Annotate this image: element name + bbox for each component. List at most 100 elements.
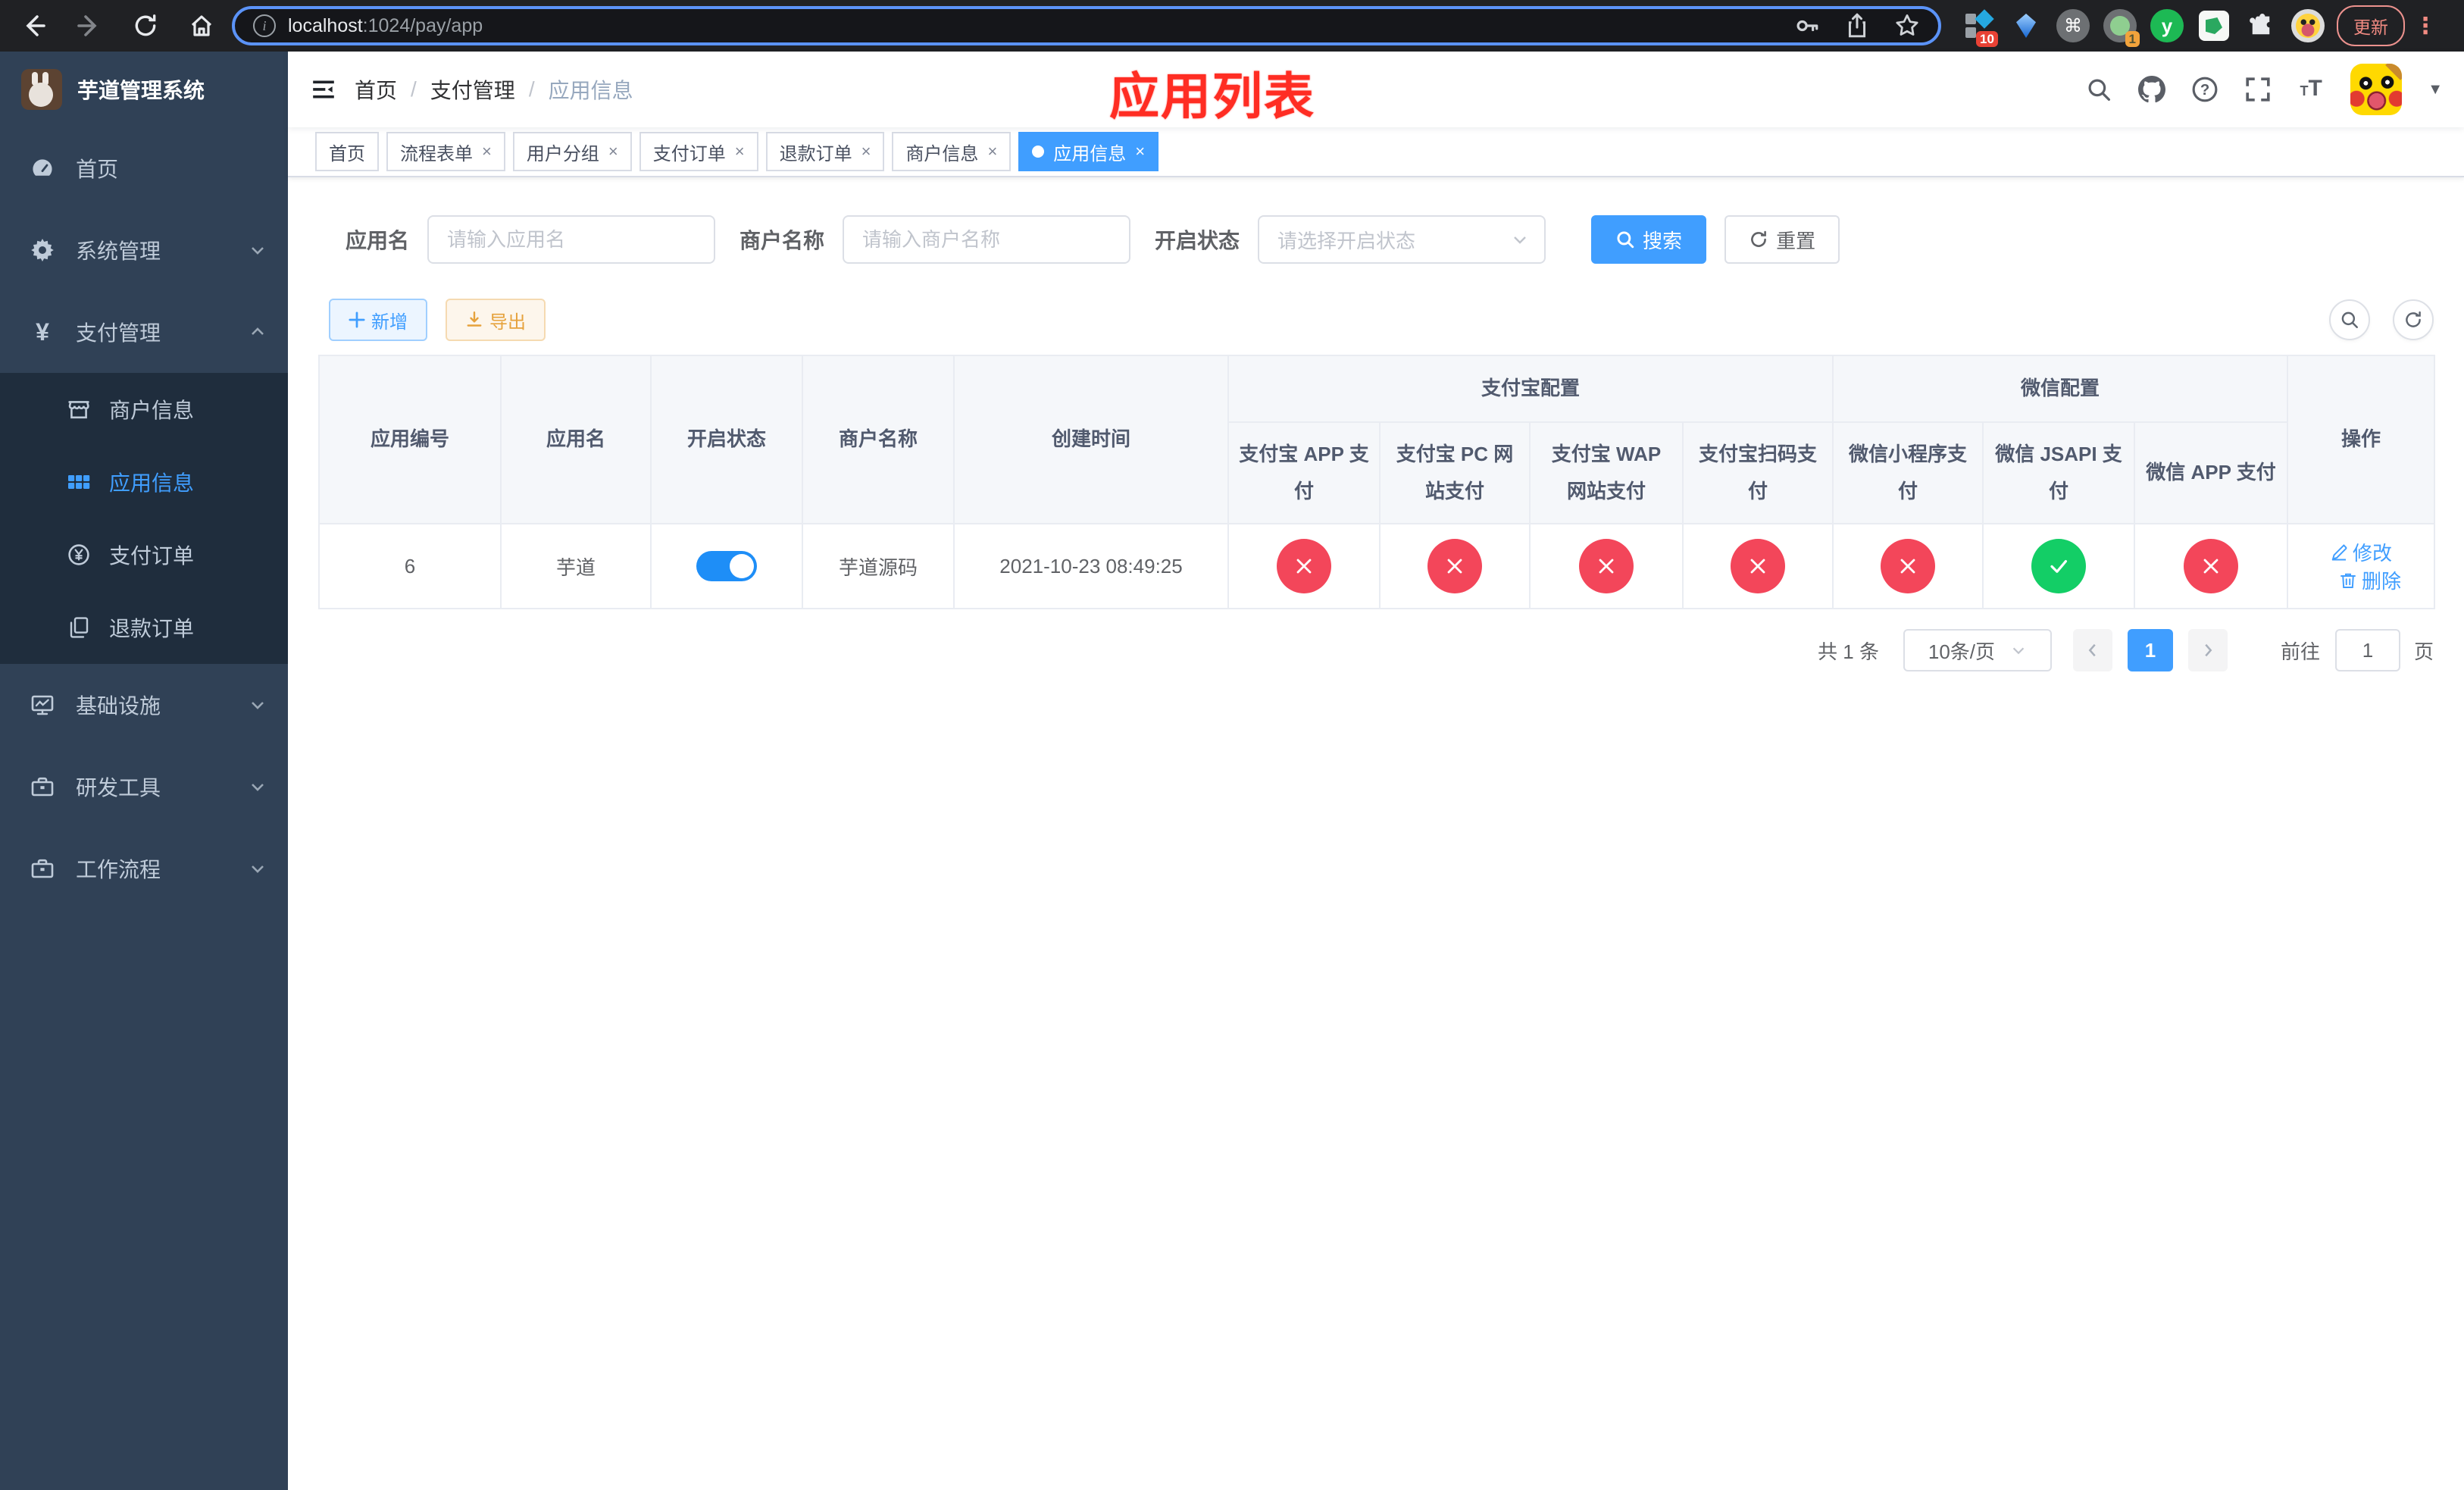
cell-app-name: 芋道 [500,523,652,609]
page-number-button[interactable]: 1 [2127,629,2173,671]
close-icon[interactable]: × [482,142,492,161]
profile-emoji-icon[interactable] [2291,9,2325,42]
sidebar-item-label: 退款订单 [109,617,195,640]
help-icon[interactable]: ? [2191,76,2219,103]
app-name-input[interactable] [427,215,716,264]
browser-nav-buttons [12,5,223,47]
sidebar-item-label: 研发工具 [76,776,161,800]
password-key-icon[interactable] [1794,13,1820,39]
ext-command-icon[interactable]: ⌘ [2056,9,2090,42]
sidebar-item-app-info[interactable]: 应用信息 [0,446,288,518]
sidebar-item-refund-order[interactable]: 退款订单 [0,591,288,664]
table-row: 6 芋道 芋道源码 2021-10-23 08:49:25 修改 删除 [318,523,2436,609]
col-alipay-wap: 支付宝 WAP 网站支付 [1529,421,1684,524]
status-cross-icon [1427,539,1482,593]
ext-gem-icon[interactable] [2009,9,2043,42]
tag-user-group[interactable]: 用户分组 × [512,132,632,171]
ext-tampermonkey-icon[interactable]: 10 [1962,9,1998,47]
forward-icon[interactable] [68,5,111,47]
close-icon[interactable]: × [735,142,745,161]
sidebar-item-payment[interactable]: ¥ 支付管理 [0,291,288,373]
cell-alipay-app [1227,523,1381,609]
search-button[interactable]: 搜索 [1591,215,1707,264]
home-icon[interactable] [180,5,223,47]
sidebar-item-system[interactable]: 系统管理 [0,209,288,291]
add-button[interactable]: 新增 [329,299,427,341]
delete-link[interactable]: 删除 [2339,566,2401,594]
browser-update-button[interactable]: 更新 [2337,5,2405,46]
reset-button[interactable]: 重置 [1724,215,1840,264]
close-icon[interactable]: × [861,142,871,161]
sidebar-item-infrastructure[interactable]: 基础设施 [0,664,288,746]
page-info-icon[interactable]: i [253,14,276,37]
toggle-search-icon[interactable] [2329,299,2370,340]
tag-home[interactable]: 首页 [315,132,379,171]
export-button[interactable]: 导出 [446,299,546,341]
close-icon[interactable]: × [608,142,618,161]
close-icon[interactable]: × [1135,142,1145,161]
breadcrumb-home[interactable]: 首页 [355,74,397,105]
next-page-button[interactable] [2187,629,2228,671]
sidebar-item-pay-order[interactable]: 支付订单 [0,518,288,591]
sidebar-item-home[interactable]: 首页 [0,127,288,209]
sidebar-collapse-icon[interactable] [288,52,355,127]
pagination: 共 1 条 10条/页 1 前往 1 页 [318,629,2434,671]
ext-notes-icon[interactable] [2197,9,2231,42]
chevron-down-icon [1511,230,1529,249]
sidebar-item-workflow[interactable]: 工作流程 [0,828,288,909]
merchant-name-input[interactable] [843,215,1131,264]
sidebar-item-label: 支付管理 [76,321,161,345]
chevron-down-icon [249,696,267,714]
col-group-wechat: 微信配置 [1832,355,2289,423]
refresh-table-icon[interactable] [2393,299,2434,340]
cell-wx-jsapi [1982,523,2136,609]
back-icon[interactable] [12,5,55,47]
goto-page-input[interactable] [2334,629,2400,671]
breadcrumb-separator: / [528,77,535,101]
col-app-id: 应用编号 [318,355,502,524]
ext-recorder-icon[interactable]: 1 [2103,9,2140,47]
status-toggle[interactable] [696,551,757,581]
edit-link[interactable]: 修改 [2330,538,2392,566]
tag-refund-order[interactable]: 退款订单 × [765,132,885,171]
status-select[interactable]: 请选择开启状态 [1258,215,1546,264]
status-cross-icon [1731,539,1785,593]
toolbox-icon [30,856,55,881]
url-bar[interactable]: i localhost:1024/pay/app [232,6,1941,45]
bookmark-star-icon[interactable] [1894,13,1920,39]
table-tools [2329,299,2434,340]
close-icon[interactable]: × [987,142,997,161]
grid-icon [67,470,91,494]
extensions-puzzle-icon[interactable] [2244,9,2278,42]
reload-icon[interactable] [124,5,167,47]
table-toolbar: 新增 导出 [318,299,2434,341]
sidebar-item-label: 工作流程 [76,858,161,881]
user-avatar[interactable] [2350,64,2403,115]
tag-pay-order[interactable]: 支付订单 × [639,132,758,171]
fullscreen-icon[interactable] [2244,76,2272,103]
breadcrumb-separator: / [411,77,417,101]
chevron-down-icon [249,859,267,878]
browser-menu-icon[interactable]: ⋮ [2414,13,2437,39]
document-copy-icon [67,615,91,640]
sidebar-item-merchant-info[interactable]: 商户信息 [0,373,288,446]
breadcrumb-section[interactable]: 支付管理 [430,74,515,105]
ext-y-icon[interactable]: y [2150,9,2184,42]
page-size-select[interactable]: 10条/页 [1903,629,2052,671]
sidebar-logo[interactable]: 芋道管理系统 [0,52,288,127]
sidebar-item-devtools[interactable]: 研发工具 [0,746,288,828]
coin-yen-icon [67,543,91,567]
github-icon[interactable] [2138,76,2166,103]
share-icon[interactable] [1844,13,1870,39]
font-size-icon[interactable]: TT [2297,76,2325,103]
logo-avatar [21,69,62,110]
tag-merchant-info[interactable]: 商户信息 × [892,132,1012,171]
tag-app-info[interactable]: 应用信息 × [1018,132,1159,171]
storefront-icon [67,397,91,421]
prev-page-button[interactable] [2072,629,2112,671]
avatar-caret-icon[interactable]: ▼ [2428,81,2443,99]
main-area: 首页 / 支付管理 / 应用信息 应用列表 ? T T ▼ 首页 流程表单 × … [288,52,2464,1490]
tag-process-form[interactable]: 流程表单 × [386,132,505,171]
url-host: localhost [288,14,363,36]
search-icon[interactable] [2085,76,2112,103]
